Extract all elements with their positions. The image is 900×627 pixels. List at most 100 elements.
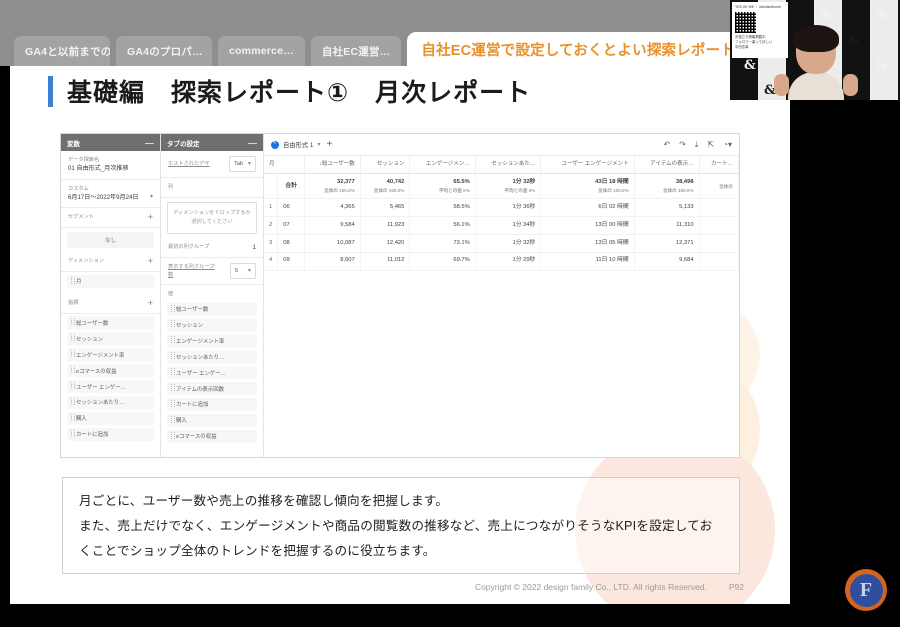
column-header[interactable]: カート… <box>699 156 739 175</box>
row-cell: 4,365 <box>304 198 361 218</box>
presenter-hand <box>843 74 858 96</box>
show-rows-field[interactable]: 表示する列グループ数 5 ▾ <box>161 258 263 286</box>
browser-tab-active[interactable]: 自社EC運営で設定しておくとよい探索レポート <box>407 32 750 66</box>
webcam-overlay[interactable]: & & & & & & & YES,OK WE ・ #deviantbomb お… <box>730 0 900 100</box>
total-cell: 40,742 全体の 100.0% <box>360 173 411 200</box>
report-tab-name: 自由形式 1 <box>283 142 314 149</box>
row-cell: 11,923 <box>360 216 411 236</box>
column-header[interactable]: ↓総ユーザー数 <box>304 156 361 175</box>
column-header[interactable]: エンゲージメン… <box>409 156 476 175</box>
browser-tab[interactable]: 自社EC運営… <box>310 36 402 66</box>
share-icon[interactable]: ⇱ <box>707 140 714 150</box>
table-row[interactable]: 1 06 4,365 5,465 58.5% 1分 36秒 6日 02 時間 5… <box>264 198 739 218</box>
chevron-down-icon[interactable]: ▾ <box>317 141 320 148</box>
add-metric-icon[interactable]: + <box>148 298 153 308</box>
description-line: また、売上だけでなく、エンゲージメントや商品の閲覧数の推移など、売上につながりそ… <box>79 519 713 534</box>
report-table: 月 ↓総ユーザー数 セッション エンゲージメン… セッションあた… ユーザー エ… <box>264 156 739 271</box>
metric-label: 指標 <box>68 300 79 307</box>
report-table-body: 合計 32,377 全体の 100.0% 40,742 全体の 100.0% 6… <box>264 173 739 271</box>
columns-label: 列 <box>168 184 174 191</box>
visualization-select[interactable]: Tab ▾ <box>229 156 256 173</box>
add-segment-icon[interactable]: + <box>148 213 153 222</box>
date-range-field[interactable]: カスタム 6月17日～2022年9月24日 ▾ <box>61 180 160 208</box>
segment-empty-chip[interactable]: なし <box>67 232 154 248</box>
metric-chip[interactable]: エンゲージメント率 <box>67 348 154 362</box>
visualization-field[interactable]: ホストされたデザ Tab ▾ <box>161 151 263 179</box>
value-chip[interactable]: eコマースの収益 <box>167 429 257 443</box>
help-icon[interactable]: ◔▾ <box>723 140 732 150</box>
table-row[interactable]: 2 07 9,584 11,923 56.1% 1分 34秒 13日 00 時間… <box>264 216 739 236</box>
show-rows-select-value: 5 <box>235 267 239 274</box>
collapse-icon[interactable]: — <box>248 138 257 148</box>
presenter-body <box>788 72 844 100</box>
column-header[interactable]: ユーザー エンゲージメント <box>540 156 635 175</box>
download-icon[interactable]: ⤓ <box>695 140 699 150</box>
value-chip[interactable]: エンゲージメント率 <box>167 334 257 348</box>
value-chip[interactable]: ユーザー エンゲー… <box>167 366 257 380</box>
metric-chip[interactable]: ユーザー エンゲー… <box>67 379 154 394</box>
value-chip[interactable]: 購入 <box>167 413 257 428</box>
visualization-select-value: Tab <box>234 160 243 167</box>
data-exploration-name-field[interactable]: データ探索名 01 自由形式_月次推移 <box>61 151 160 180</box>
value-chip[interactable]: カートに追加 <box>167 397 257 412</box>
metric-chip[interactable]: セッションあたり… <box>67 395 154 410</box>
total-cell-sub: 全体の 100.0% <box>598 187 629 193</box>
description-box: 月ごとに、ユーザー数や売上の推移を確認し傾向を把握します。 また、売上だけでなく… <box>62 477 740 574</box>
data-exploration-value: 01 自由形式_月次推移 <box>68 165 129 173</box>
metric-chip[interactable]: eコマースの収益 <box>67 364 154 378</box>
ampersand-glyph: & <box>820 8 832 23</box>
variables-panel: 変数 — データ探索名 01 自由形式_月次推移 カスタム 6月17日～2022… <box>61 134 161 457</box>
metric-chip[interactable]: カートに追加 <box>67 427 154 441</box>
description-line: 月ごとに、ユーザー数や売上の推移を確認し傾向を把握します。 <box>79 494 449 508</box>
browser-tab[interactable]: commerce… <box>218 36 305 66</box>
row-cell: 1分 36秒 <box>475 198 542 218</box>
row-cell: 13日 00 時間 <box>540 216 635 236</box>
total-cell-sub: 全体の 100.0% <box>373 187 405 193</box>
variables-panel-header: 変数 — <box>61 134 160 151</box>
dimension-chip[interactable]: 月 <box>67 274 154 288</box>
metric-chip[interactable]: 総ユーザー数 <box>67 316 154 330</box>
row-cell: 8,607 <box>304 252 361 271</box>
metric-chip[interactable]: 購入 <box>67 411 154 425</box>
report-toolbar: 自由形式 1 ▾ + ↶ ↷ ⤓ ⇱ ◔▾ <box>264 134 739 156</box>
chevron-down-icon[interactable]: ▾ <box>150 193 153 202</box>
row-cell: 69.7% <box>409 252 476 271</box>
tab-settings-panel: タブの設定 — ホストされたデザ Tab ▾ 列 ディメンションをドロップするか… <box>161 134 264 457</box>
value-chip[interactable]: セッションあたり… <box>167 350 257 364</box>
column-header[interactable]: 月 <box>264 156 306 175</box>
row-cell: 6日 02 時間 <box>540 198 635 218</box>
page-title: 基礎編 探索レポート① 月次レポート <box>48 73 531 109</box>
value-chip[interactable]: アイテムの表示回数 <box>167 381 257 396</box>
columns-section-label: 列 <box>161 178 263 198</box>
show-rows-select[interactable]: 5 ▾ <box>230 263 256 280</box>
brand-logo: F <box>845 569 887 611</box>
row-dimension: 08 <box>277 234 306 253</box>
total-label: 合計 <box>277 173 306 200</box>
visualization-label: ホストされたデザ <box>168 161 210 168</box>
value-chip[interactable]: 総ユーザー数 <box>167 302 257 316</box>
collapse-icon[interactable]: — <box>145 138 154 148</box>
browser-tab[interactable]: GA4と以前までの… <box>14 36 110 66</box>
report-tab-chip[interactable]: 自由形式 1 ▾ <box>271 140 320 149</box>
add-tab-button[interactable]: + <box>326 139 332 150</box>
column-header[interactable]: セッション <box>360 156 411 175</box>
metric-section: 指標 + <box>61 294 160 314</box>
browser-tab[interactable]: GA4のプロパ… <box>116 36 212 66</box>
table-row[interactable]: 4 09 8,607 11,012 69.7% 1分 29秒 11日 10 時間… <box>264 252 739 271</box>
row-dimension: 07 <box>277 216 306 236</box>
metric-chip[interactable]: セッション <box>67 332 154 346</box>
redo-icon[interactable]: ↷ <box>679 140 686 150</box>
description-line: くことでショップ全体のトレンドを把握するのに役立ちます。 <box>79 544 436 559</box>
dimension-dropzone[interactable]: ディメンションをドロップするか選択してください <box>167 201 257 234</box>
total-cell-value: 32,377 <box>337 178 355 185</box>
presenter-video <box>774 25 858 100</box>
start-row-field[interactable]: 最初の列グループ 1 <box>161 238 263 259</box>
column-header[interactable]: セッションあた… <box>475 156 542 175</box>
table-row[interactable]: 3 08 10,087 12,420 73.1% 1分 32秒 13日 05 時… <box>264 234 739 253</box>
value-chip[interactable]: セッション <box>167 318 257 332</box>
row-cell <box>699 198 739 218</box>
total-cell-sub: 全体の <box>719 183 733 189</box>
add-dimension-icon[interactable]: + <box>148 257 153 266</box>
undo-icon[interactable]: ↶ <box>663 140 670 150</box>
column-header[interactable]: アイテムの表示… <box>634 156 700 175</box>
